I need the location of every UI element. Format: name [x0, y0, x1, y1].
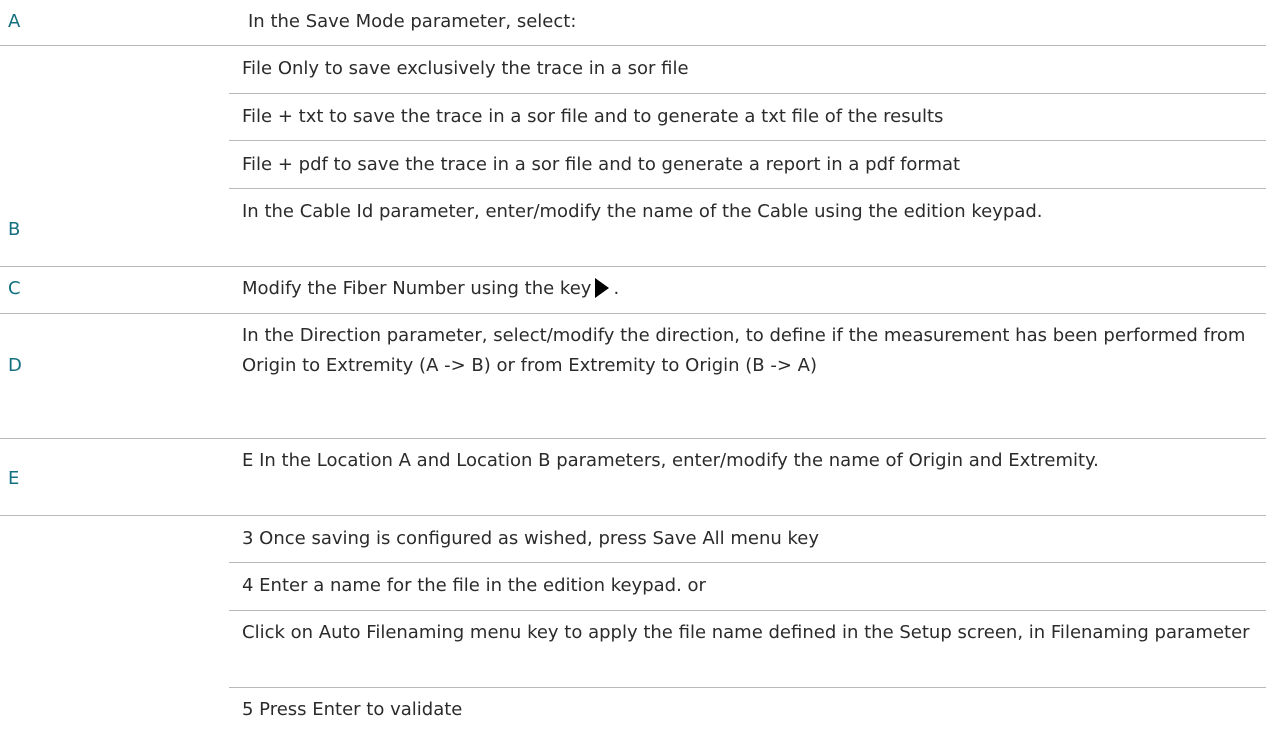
- step-text-after-icon: .: [613, 278, 620, 299]
- step-text: 5 Press Enter to validate: [242, 699, 463, 720]
- step-label-e: E: [8, 468, 20, 489]
- row-divider: [229, 687, 1266, 688]
- step-text: 3 Once saving is configured as wished, p…: [242, 528, 820, 549]
- step-label-d: D: [8, 355, 22, 376]
- option-text: File + pdf to save the trace in a sor fi…: [242, 154, 961, 175]
- row-divider: [229, 188, 1266, 189]
- step-text: E In the Location A and Location B param…: [242, 450, 1099, 471]
- row-divider: [229, 610, 1266, 611]
- right-triangle-icon: [595, 278, 610, 298]
- row-divider: [0, 438, 1266, 439]
- step-text: Click on Auto Filenaming menu key to app…: [242, 622, 1250, 643]
- row-divider: [229, 562, 1266, 563]
- step-label-a: A: [8, 11, 21, 32]
- step-text: Modify the Fiber Number using the key.: [242, 274, 1260, 304]
- step-text-before-icon: Modify the Fiber Number using the key: [242, 278, 592, 299]
- step-text: In the Save Mode parameter, select:: [248, 11, 577, 32]
- step-text: 4 Enter a name for the file in the editi…: [242, 575, 706, 596]
- step-label-b: B: [8, 219, 21, 240]
- option-text: File Only to save exclusively the trace …: [242, 58, 689, 79]
- row-divider: [0, 313, 1266, 314]
- step-label-c: C: [8, 278, 21, 299]
- row-divider: [229, 140, 1266, 141]
- row-divider: [0, 515, 1266, 516]
- row-divider: [0, 45, 1266, 46]
- option-text: File + txt to save the trace in a sor fi…: [242, 106, 944, 127]
- step-text: In the Direction parameter, select/modif…: [242, 325, 1246, 376]
- row-divider: [229, 93, 1266, 94]
- step-text: In the Cable Id parameter, enter/modify …: [242, 201, 1043, 222]
- row-divider: [0, 266, 1266, 267]
